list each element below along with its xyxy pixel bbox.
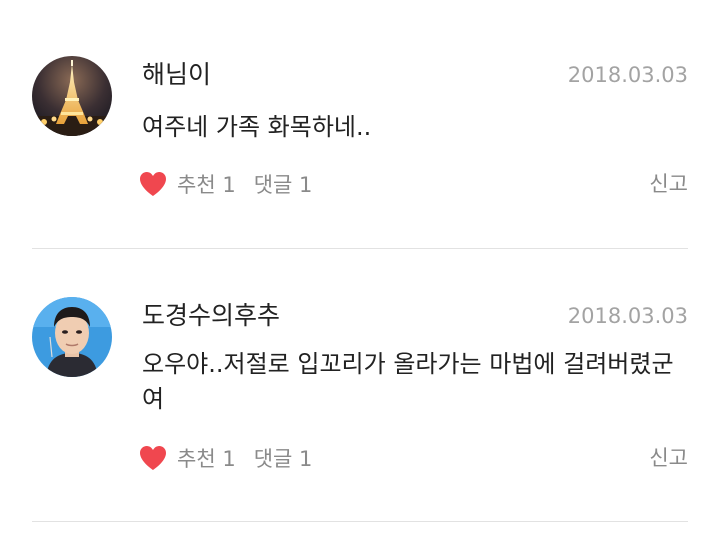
like-count[interactable]: 추천 1	[177, 169, 236, 199]
person-photo-icon	[32, 297, 112, 377]
comment-actions: 추천 1 댓글 1	[138, 442, 312, 474]
comment-list: 해님이 2018.03.03 여주네 가족 화목하네.. 추천 1 댓글 1 신…	[0, 0, 720, 540]
avatar[interactable]	[32, 297, 112, 377]
reply-count[interactable]: 댓글 1	[254, 169, 313, 199]
comment-item: 도경수의후추 2018.03.03 오우야..저절로 입꼬리가 올라가는 마법에…	[0, 249, 720, 522]
comment-date: 2018.03.03	[567, 63, 688, 87]
avatar[interactable]	[32, 56, 112, 136]
heart-icon[interactable]	[138, 170, 168, 198]
comment-actions: 추천 1 댓글 1	[138, 168, 312, 200]
divider	[32, 521, 688, 522]
report-button[interactable]: 신고	[649, 442, 688, 474]
comment-author[interactable]: 도경수의후추	[142, 300, 280, 332]
comment-text: 여주네 가족 화목하네..	[142, 113, 372, 141]
comment-date: 2018.03.03	[567, 304, 688, 328]
like-count[interactable]: 추천 1	[177, 443, 236, 473]
report-button[interactable]: 신고	[649, 168, 688, 200]
eiffel-tower-photo-icon	[32, 56, 112, 136]
comment-author[interactable]: 해님이	[142, 59, 211, 91]
comment-text: 오우야..저절로 입꼬리가 올라가는 마법에 걸려버렸군여	[142, 350, 674, 413]
comment-item: 해님이 2018.03.03 여주네 가족 화목하네.. 추천 1 댓글 1 신…	[0, 0, 720, 248]
heart-icon[interactable]	[138, 444, 168, 472]
reply-count[interactable]: 댓글 1	[254, 443, 313, 473]
